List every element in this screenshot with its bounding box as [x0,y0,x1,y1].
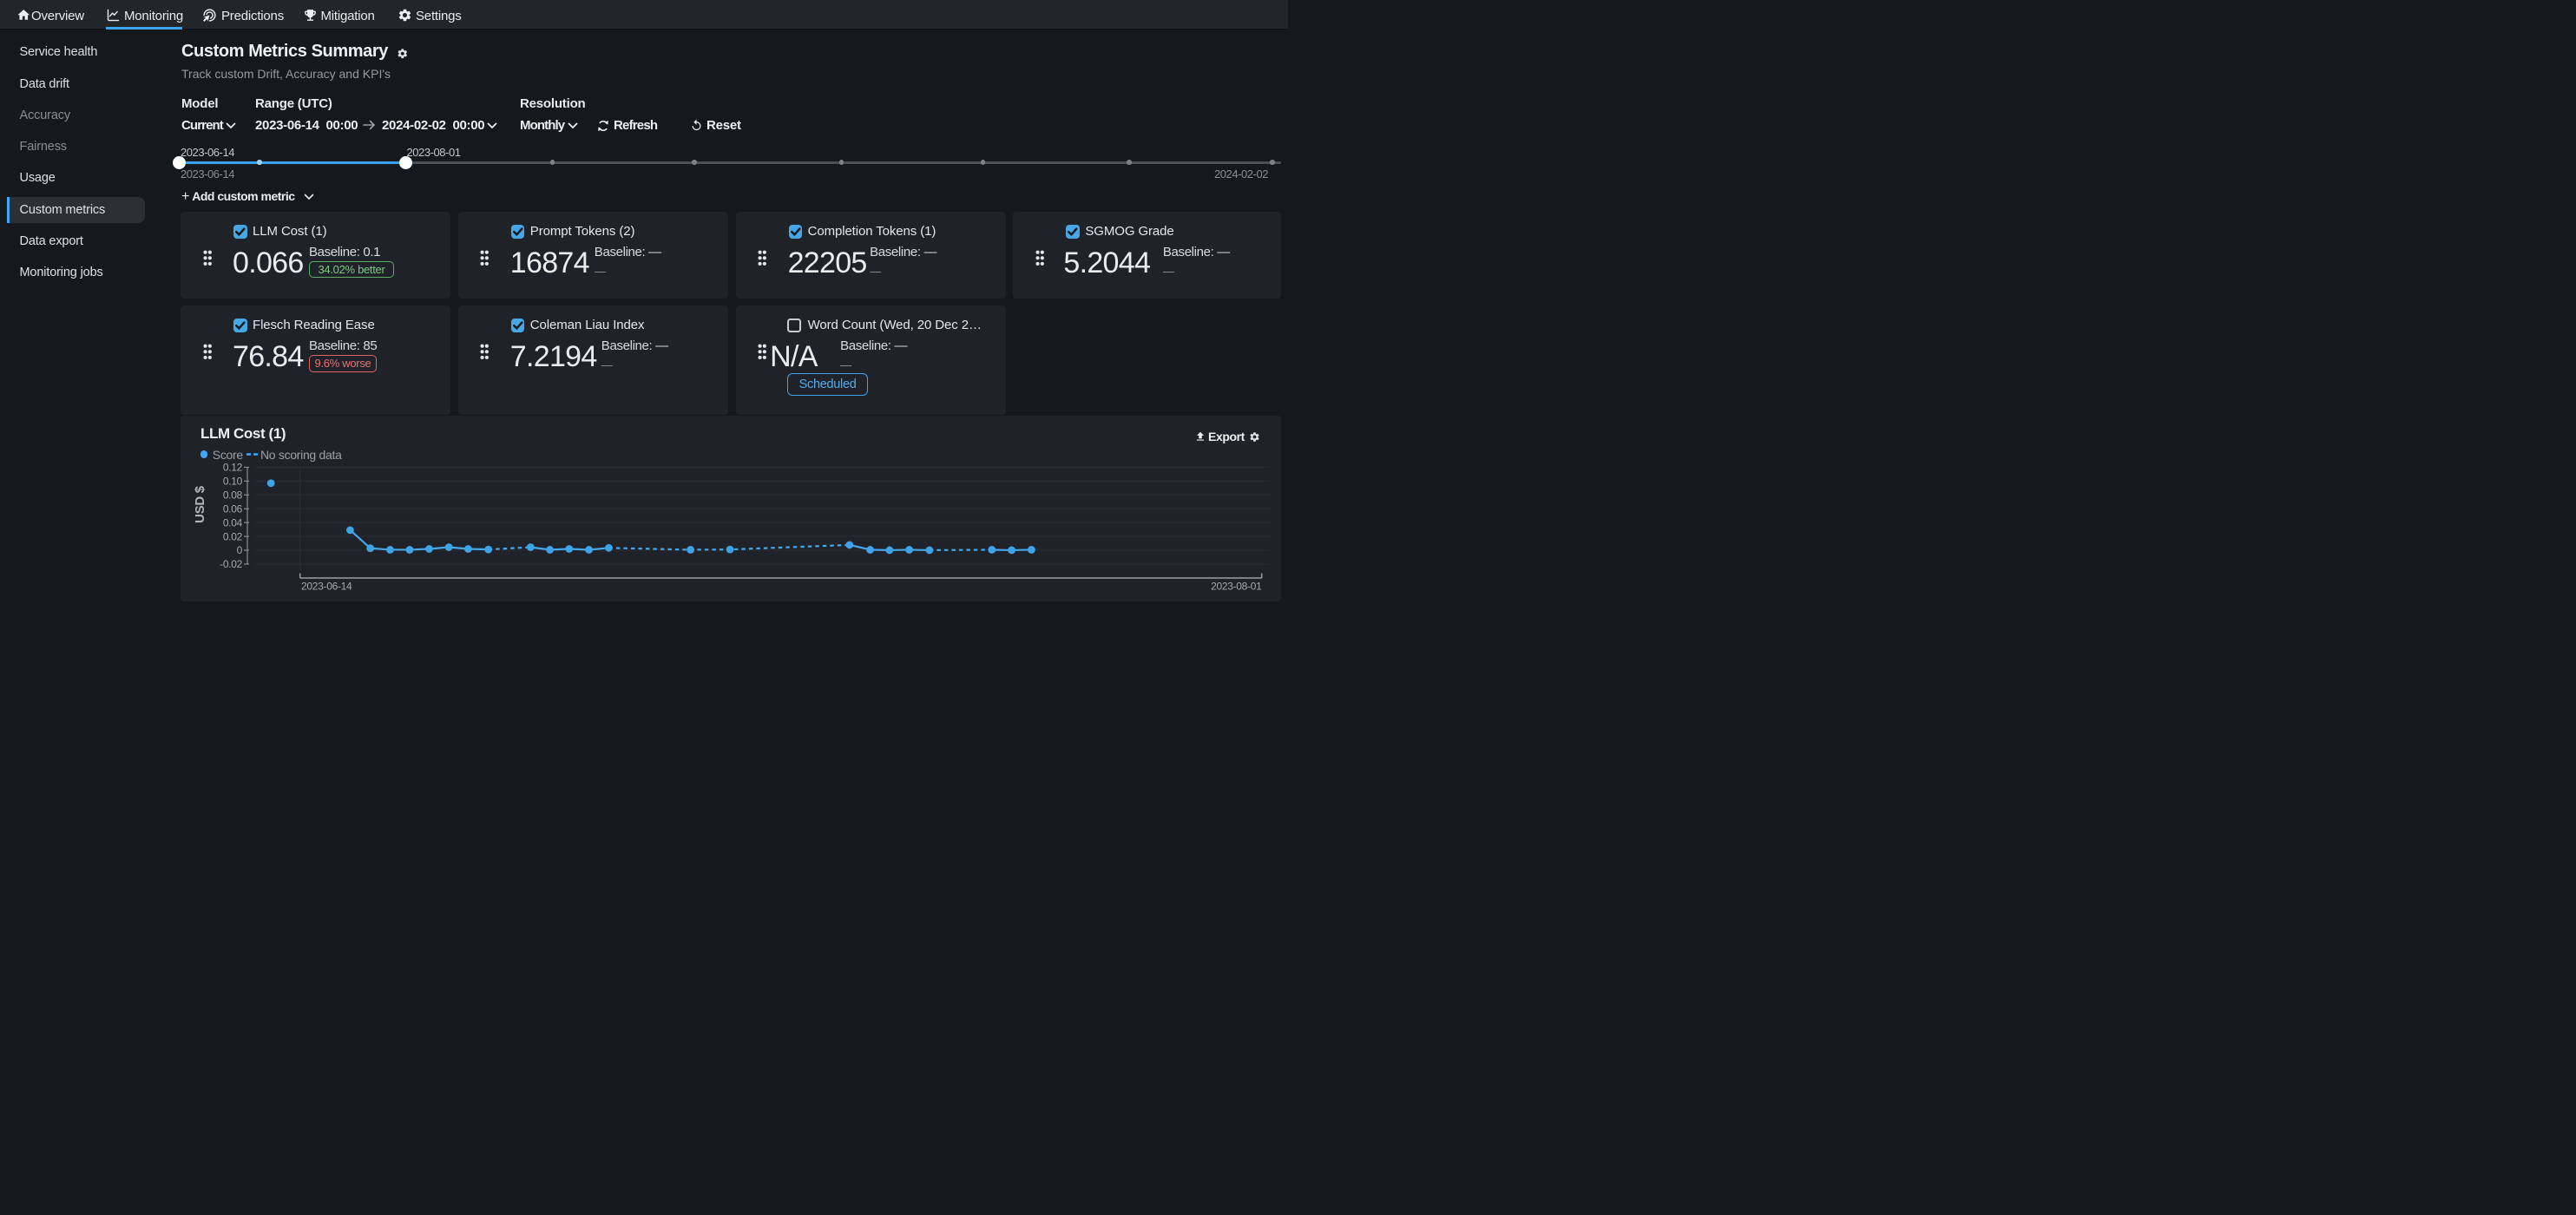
svg-text:2023-06-14: 2023-06-14 [301,581,352,593]
svg-text:0.04: 0.04 [223,516,243,529]
svg-text:0.08: 0.08 [223,489,243,501]
svg-text:0.10: 0.10 [223,476,243,488]
svg-text:USD $: USD $ [193,485,207,523]
svg-text:0.02: 0.02 [223,530,243,542]
svg-text:0.06: 0.06 [223,502,243,515]
svg-text:0.12: 0.12 [223,462,243,474]
svg-text:0: 0 [237,544,243,556]
svg-text:-0.02: -0.02 [220,558,242,570]
svg-text:2023-08-01: 2023-08-01 [1211,581,1262,593]
